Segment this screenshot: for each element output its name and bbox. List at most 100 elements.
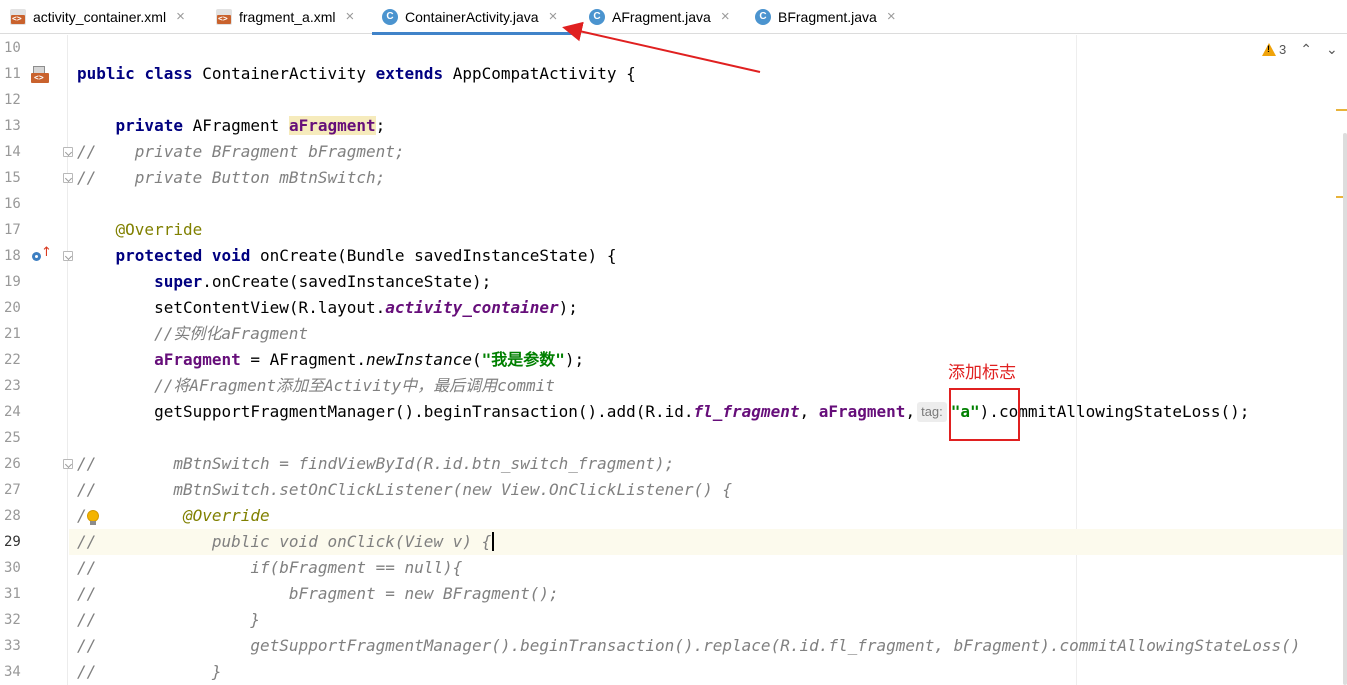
code-line[interactable]: 30 // if(bFragment == null){ xyxy=(0,555,1347,581)
code-line[interactable]: 29 // public void onClick(View v) { xyxy=(0,529,1347,555)
line-number: 32 xyxy=(4,612,21,628)
code-token: onCreate(Bundle savedInstanceState) { xyxy=(250,246,617,265)
code-line[interactable]: 34 // } xyxy=(0,659,1347,685)
previous-highlight-icon[interactable]: ⌃ xyxy=(1300,41,1312,58)
tab-bfragment-java[interactable]: BFragment.java × xyxy=(755,0,896,34)
code-text[interactable]: setContentView(R.layout.activity_contain… xyxy=(77,295,1347,321)
code-line[interactable]: 19 super.onCreate(savedInstanceState); xyxy=(0,269,1347,295)
code-line[interactable]: 32 // } xyxy=(0,607,1347,633)
java-class-icon xyxy=(755,9,771,25)
tab-afragment-java[interactable]: AFragment.java × xyxy=(589,0,730,34)
code-line[interactable]: 11 public class ContainerActivity extends… xyxy=(0,61,1347,87)
code-text[interactable]: // } xyxy=(77,607,1347,633)
line-number: 13 xyxy=(4,118,21,134)
code-line[interactable]: 14 // private BFragment bFragment; xyxy=(0,139,1347,165)
line-number: 14 xyxy=(4,144,21,160)
vertical-scrollbar[interactable] xyxy=(1343,133,1347,685)
code-text[interactable]: protected void onCreate(Bundle savedInst… xyxy=(77,243,1347,269)
code-line[interactable]: 15 // private Button mBtnSwitch; xyxy=(0,165,1347,191)
code-text[interactable]: // if(bFragment == null){ xyxy=(77,555,1347,581)
override-method-icon[interactable]: ↑ xyxy=(32,246,52,263)
warning-marker[interactable] xyxy=(1336,109,1347,111)
code-text[interactable]: // private BFragment bFragment; xyxy=(77,139,1347,165)
fold-icon[interactable] xyxy=(63,147,73,157)
line-number: 21 xyxy=(4,326,21,342)
java-class-icon xyxy=(382,9,398,25)
tab-label: AFragment.java xyxy=(612,9,711,25)
line-number: 22 xyxy=(4,352,21,368)
code-token: ( xyxy=(471,350,482,369)
code-text[interactable] xyxy=(77,425,1347,451)
warning-icon xyxy=(1262,42,1276,56)
fold-icon[interactable] xyxy=(63,251,73,261)
line-number: 12 xyxy=(4,92,21,108)
line-number: 30 xyxy=(4,560,21,576)
code-text[interactable] xyxy=(77,191,1347,217)
code-line[interactable]: 20 setContentView(R.layout.activity_cont… xyxy=(0,295,1347,321)
code-line[interactable]: 12 xyxy=(0,87,1347,113)
code-text[interactable]: aFragment = AFragment.newInstance("我是参数"… xyxy=(77,347,1347,373)
code-text[interactable]: // } xyxy=(77,659,1347,685)
code-text[interactable]: / @Override xyxy=(77,503,1347,529)
code-line[interactable]: 28 / @Override xyxy=(0,503,1347,529)
line-number: 18 xyxy=(4,248,21,264)
tab-container-activity-java[interactable]: ContainerActivity.java × xyxy=(372,0,576,35)
code-token: getSupportFragmentManager().beginTransac… xyxy=(77,402,694,421)
code-text[interactable]: // mBtnSwitch = findViewById(R.id.btn_sw… xyxy=(77,451,1347,477)
xml-layout-icon xyxy=(10,9,26,25)
code-line[interactable]: 23 //将AFragment添加至Activity中，最后调用commit xyxy=(0,373,1347,399)
code-line[interactable]: 22 aFragment = AFragment.newInstance("我是… xyxy=(0,347,1347,373)
code-line[interactable]: 25 xyxy=(0,425,1347,451)
code-text[interactable]: public class ContainerActivity extends A… xyxy=(77,61,1347,87)
close-icon[interactable]: × xyxy=(176,9,185,25)
fold-icon[interactable] xyxy=(63,173,73,183)
code-token: aFragment xyxy=(288,116,376,135)
code-line[interactable]: 13 private AFragment aFragment; xyxy=(0,113,1347,139)
code-line[interactable]: 18 protected void onCreate(Bundle savedI… xyxy=(0,243,1347,269)
code-text[interactable]: // private Button mBtnSwitch; xyxy=(77,165,1347,191)
code-text[interactable]: @Override xyxy=(77,217,1347,243)
code-text[interactable]: // mBtnSwitch.setOnClickListener(new Vie… xyxy=(77,477,1347,503)
intention-bulb-icon[interactable] xyxy=(86,509,100,527)
tab-fragment-a-xml[interactable]: fragment_a.xml × xyxy=(216,0,354,34)
code-token: //实例化aFragment xyxy=(154,324,309,343)
tab-label: activity_container.xml xyxy=(33,9,167,25)
fold-icon[interactable] xyxy=(63,459,73,469)
code-token: //将AFragment添加至Activity中，最后调用commit xyxy=(154,376,555,395)
code-text[interactable]: getSupportFragmentManager().beginTransac… xyxy=(77,399,1347,425)
code-token: aFragment xyxy=(818,402,906,421)
code-text[interactable]: // public void onClick(View v) { xyxy=(69,529,1347,555)
code-text[interactable]: //实例化aFragment xyxy=(77,321,1347,347)
code-text[interactable]: // bFragment = new BFragment(); xyxy=(77,581,1347,607)
code-line[interactable]: 10 xyxy=(0,35,1347,61)
code-text[interactable]: // getSupportFragmentManager().beginTran… xyxy=(77,633,1347,659)
close-icon[interactable]: × xyxy=(887,9,896,25)
close-icon[interactable]: × xyxy=(345,9,354,25)
code-editor[interactable]: 10 11 public class ContainerActivity exten… xyxy=(0,35,1347,685)
class-layout-icon[interactable] xyxy=(31,65,49,83)
code-text[interactable]: super.onCreate(savedInstanceState); xyxy=(77,269,1347,295)
code-text[interactable]: private AFragment aFragment; xyxy=(77,113,1347,139)
code-text[interactable]: //将AFragment添加至Activity中，最后调用commit xyxy=(77,373,1347,399)
code-token: // bFragment = new BFragment(); xyxy=(77,584,559,603)
close-icon[interactable]: × xyxy=(721,9,730,25)
next-highlight-icon[interactable]: ⌄ xyxy=(1326,41,1338,58)
inspection-widget[interactable]: 3 ⌃ ⌄ xyxy=(1262,38,1338,60)
annotation-highlight-box xyxy=(949,388,1020,441)
code-token: , xyxy=(905,402,916,421)
code-text[interactable] xyxy=(77,35,1347,61)
code-line[interactable]: 27 // mBtnSwitch.setOnClickListener(new V… xyxy=(0,477,1347,503)
code-line[interactable]: 21 //实例化aFragment xyxy=(0,321,1347,347)
code-line[interactable]: 33 // getSupportFragmentManager().beginTr… xyxy=(0,633,1347,659)
code-text[interactable] xyxy=(77,87,1347,113)
code-line[interactable]: 31 // bFragment = new BFragment(); xyxy=(0,581,1347,607)
code-line[interactable]: 17 @Override xyxy=(0,217,1347,243)
code-token: AFragment xyxy=(182,116,289,135)
code-line[interactable]: 24 getSupportFragmentManager().beginTran… xyxy=(0,399,1347,425)
code-line[interactable]: 16 xyxy=(0,191,1347,217)
code-line[interactable]: 26 // mBtnSwitch = findViewById(R.id.btn_… xyxy=(0,451,1347,477)
close-icon[interactable]: × xyxy=(549,9,558,25)
tab-activity-container-xml[interactable]: activity_container.xml × xyxy=(10,0,185,34)
